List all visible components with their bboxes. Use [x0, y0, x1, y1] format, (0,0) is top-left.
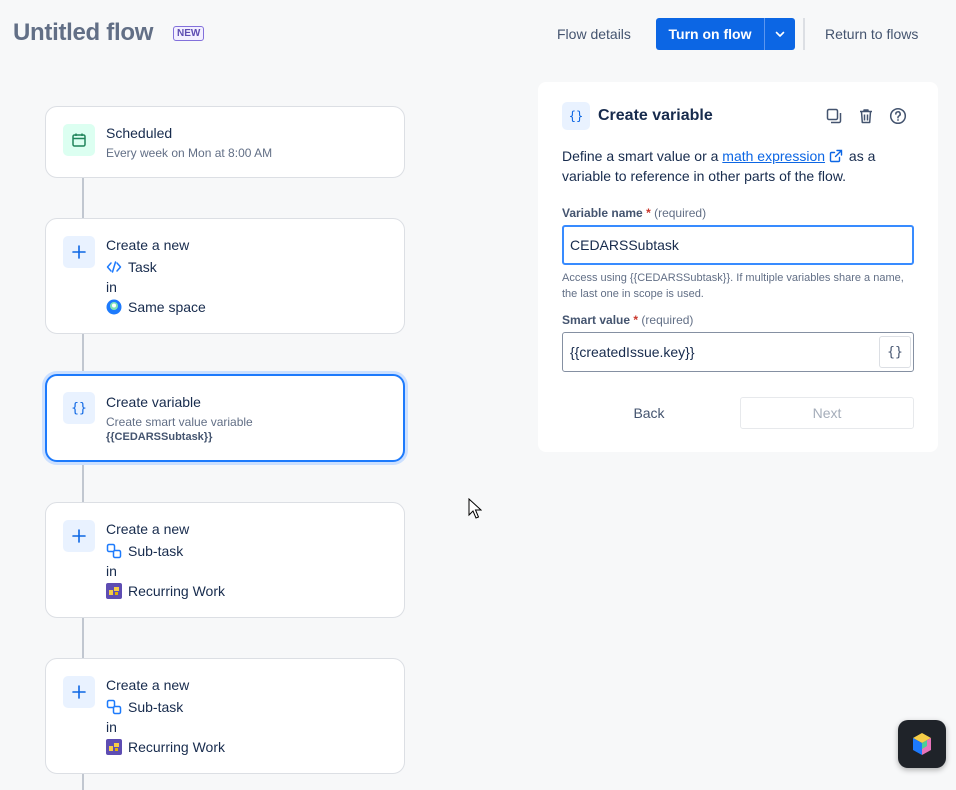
action-card-create-subtask[interactable]: Create a new Sub-task in Recurring Work: [45, 502, 405, 618]
mouse-cursor-icon: [468, 498, 482, 519]
subtask-icon: [106, 543, 122, 559]
header-divider: [803, 18, 805, 50]
external-link-icon: [829, 149, 843, 163]
action-card-create-task[interactable]: Create a new Task in Same space: [45, 218, 405, 334]
action-card-create-variable[interactable]: {} Create variable Create smart value va…: [45, 374, 405, 462]
issue-type-row: Sub-task: [106, 543, 183, 559]
braces-icon: {}: [562, 102, 590, 130]
smart-value-input[interactable]: {{createdIssue.key}} {}: [562, 332, 914, 372]
project-avatar-icon: [106, 583, 122, 599]
smart-value-picker-button[interactable]: {}: [879, 336, 911, 368]
plus-icon: [63, 520, 95, 552]
trigger-card-scheduled[interactable]: Scheduled Every week on Mon at 8:00 AM: [45, 106, 405, 178]
issue-type-row: Task: [106, 259, 157, 275]
action-card-create-subtask[interactable]: Create a new Sub-task in Recurring Work: [45, 658, 405, 774]
page-title: Untitled flow: [13, 19, 154, 46]
card-title: Create a new: [106, 677, 190, 693]
variable-name-label: Variable name * (required): [562, 206, 707, 220]
variable-name-input[interactable]: CEDARSSubtask: [562, 225, 914, 265]
card-title: Scheduled: [106, 125, 173, 141]
chevron-down-icon: [775, 31, 785, 37]
flow-connector: [82, 617, 84, 659]
smart-value-label: Smart value * (required): [562, 313, 694, 327]
card-title: Create a new: [106, 521, 190, 537]
panel-title: Create variable: [598, 107, 713, 124]
braces-icon: {}: [63, 392, 95, 424]
turn-on-options-button[interactable]: [764, 18, 795, 50]
assistant-button[interactable]: [898, 720, 946, 768]
card-title: Create variable: [106, 394, 201, 410]
turn-on-flow-button[interactable]: Turn on flow: [656, 18, 764, 50]
code-icon: [106, 261, 122, 273]
return-to-flows-button[interactable]: Return to flows: [825, 26, 918, 42]
assistant-logo-icon: [913, 733, 931, 755]
in-label: in: [106, 279, 117, 295]
flow-details-button[interactable]: Flow details: [557, 26, 631, 42]
in-label: in: [106, 719, 117, 735]
space-row: Recurring Work: [106, 739, 225, 755]
back-button[interactable]: Back: [562, 397, 736, 429]
duplicate-button[interactable]: [824, 106, 844, 126]
flow-connector: [82, 773, 84, 790]
plus-icon: [63, 236, 95, 268]
help-icon: [889, 107, 907, 125]
trash-icon: [860, 109, 872, 124]
flow-connector: [82, 462, 84, 503]
space-avatar-icon: [106, 299, 122, 315]
flow-connector: [82, 333, 84, 375]
flow-connector: [82, 177, 84, 219]
help-button[interactable]: [888, 106, 908, 126]
space-row: Recurring Work: [106, 583, 225, 599]
config-panel: {} Create variable Define a smart value …: [538, 82, 938, 452]
copy-icon: [826, 108, 842, 124]
variable-name-label: {{CEDARSSubtask}}: [106, 431, 213, 443]
variable-hint: Access using {{CEDARSSubtask}}. If multi…: [562, 272, 904, 300]
delete-button[interactable]: [856, 106, 876, 126]
plus-icon: [63, 676, 95, 708]
new-badge: NEW: [173, 26, 205, 41]
issue-type-row: Sub-task: [106, 699, 183, 715]
math-expression-link[interactable]: math expression: [722, 148, 825, 164]
space-row: Same space: [106, 299, 206, 315]
subtask-icon: [106, 699, 122, 715]
card-title: Create a new: [106, 237, 190, 253]
calendar-icon: [63, 124, 95, 156]
card-subtitle: Create smart value variable: [106, 415, 253, 429]
card-subtitle: Every week on Mon at 8:00 AM: [106, 146, 273, 160]
project-avatar-icon: [106, 739, 122, 755]
in-label: in: [106, 563, 117, 579]
panel-description: Define a smart value or a math expressio…: [562, 148, 876, 184]
next-button[interactable]: Next: [740, 397, 914, 429]
